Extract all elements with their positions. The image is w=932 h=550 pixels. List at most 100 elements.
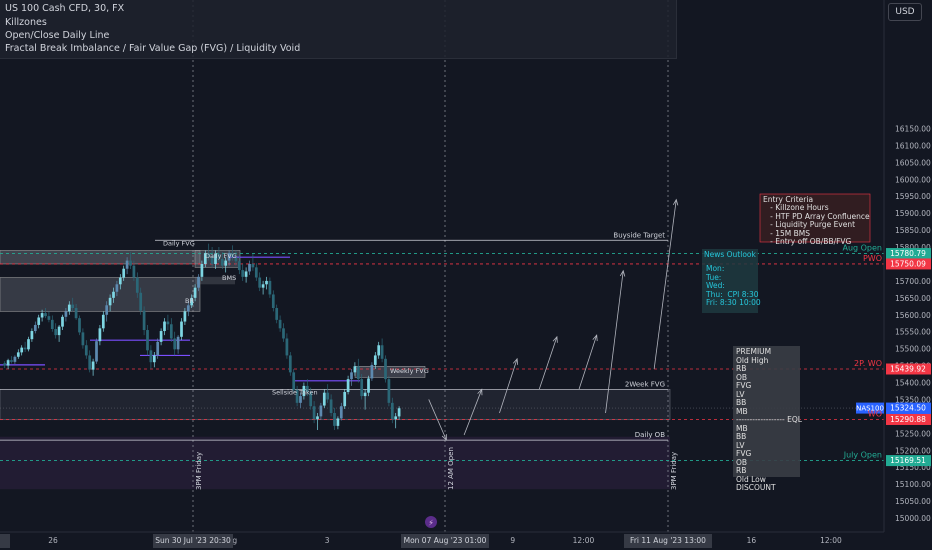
price-tag-label-2: 2P. WO: [854, 359, 882, 368]
candle: [275, 308, 279, 320]
candle: [50, 319, 54, 330]
x-tick-label: 26: [48, 536, 58, 545]
entry-criteria-lines: - Killzone Hours - HTF PD Array Confluen…: [770, 203, 870, 246]
price-tag-value-5: 15169.51: [890, 456, 926, 465]
candle: [394, 416, 398, 420]
candle: [47, 316, 51, 320]
candle: [224, 260, 228, 266]
candle: [54, 329, 58, 336]
candle: [95, 341, 98, 362]
y-tick-label: 15100.00: [895, 480, 931, 489]
price-tag-value-1: 15750.09: [890, 259, 926, 268]
candle: [282, 328, 285, 339]
x-tick-label: 16: [747, 536, 757, 545]
zone-label-0: Daily FVG: [163, 239, 195, 247]
candle: [163, 321, 166, 332]
candle: [248, 263, 251, 272]
indicator-killzones: Killzones: [5, 17, 47, 28]
candle: [57, 326, 61, 336]
candle: [183, 311, 187, 322]
candle: [326, 392, 330, 400]
candle: [350, 372, 353, 380]
candle: [258, 277, 262, 288]
candle: [299, 396, 302, 403]
time-axis-edge-bg: [0, 534, 10, 548]
candle: [200, 263, 204, 277]
candle: [193, 287, 197, 298]
price-tag-label-5: July Open: [843, 451, 882, 460]
candle: [30, 331, 34, 340]
time-highlight-0: Sun 30 Jul '23 20:30: [155, 536, 231, 545]
price-tag-value-3: 15324.50: [890, 404, 926, 413]
candle: [261, 284, 265, 288]
candle: [197, 276, 200, 288]
pd-array-list: PREMIUM Old High RB OB FVG LV BB MB ----…: [736, 347, 802, 492]
y-tick-label: 15850.00: [895, 226, 931, 235]
candle: [166, 321, 170, 325]
candle: [254, 267, 258, 278]
x-tick-label: 12:00: [573, 536, 595, 545]
candle: [220, 258, 224, 266]
price-tag-label-1: PWO: [863, 254, 882, 263]
level-label-0: Buyside Target: [613, 231, 665, 239]
candle: [3, 363, 7, 366]
session-vertical-label-0: 3PM Friday: [195, 452, 203, 490]
candle: [278, 319, 282, 329]
candle: [23, 347, 27, 350]
y-tick-label: 15400.00: [895, 379, 931, 388]
y-tick-label: 15250.00: [895, 429, 931, 438]
candle: [84, 345, 88, 356]
candle: [129, 260, 132, 266]
candle: [122, 268, 126, 278]
candle: [91, 361, 95, 370]
candle: [176, 336, 180, 350]
candle: [356, 366, 360, 380]
chart-legend: US 100 Cash CFD, 30, FX Killzones Open/C…: [0, 0, 677, 59]
candle: [292, 372, 296, 390]
daily-fvg-zone: [0, 250, 201, 265]
candle: [329, 399, 333, 414]
candle: [237, 261, 241, 271]
candle: [271, 294, 275, 309]
candle: [387, 379, 391, 403]
y-tick-label: 15950.00: [895, 192, 931, 201]
candle: [367, 378, 370, 393]
y-tick-label: 16050.00: [895, 158, 931, 167]
candle: [78, 318, 81, 333]
candle: [312, 406, 316, 420]
candle: [98, 328, 102, 342]
candle: [370, 364, 374, 379]
time-highlight-1: Mon 07 Aug '23 01:00: [404, 536, 487, 545]
candle: [37, 317, 41, 325]
candle: [142, 310, 146, 331]
candle: [336, 418, 340, 426]
candle: [152, 355, 156, 363]
candle: [360, 379, 364, 397]
candle: [339, 406, 343, 419]
candle: [105, 305, 109, 315]
candle: [390, 402, 394, 420]
currency-button[interactable]: USD: [888, 3, 922, 21]
session-vertical-label-1: 12 AM Open: [447, 447, 455, 490]
candle: [71, 304, 75, 309]
candle: [27, 339, 30, 350]
candle: [118, 277, 122, 285]
candle: [285, 338, 289, 356]
candle: [101, 314, 105, 329]
candle: [10, 360, 13, 362]
daily-ob-zone: [0, 436, 670, 490]
candle: [288, 355, 292, 373]
candle: [6, 360, 10, 366]
y-tick-label: 16150.00: [895, 124, 931, 133]
candle: [186, 305, 190, 312]
candle: [156, 341, 160, 356]
y-tick-label: 15600.00: [895, 311, 931, 320]
x-tick-label: 12:00: [820, 536, 842, 545]
candle: [139, 292, 143, 311]
y-tick-label: 15900.00: [895, 209, 931, 218]
y-tick-label: 15700.00: [895, 277, 931, 286]
y-tick-label: 16000.00: [895, 175, 931, 184]
zone-label-5: Sellside Taken: [272, 388, 318, 396]
zone-label-4: Weekly FVG: [390, 367, 429, 375]
candle: [108, 297, 112, 306]
